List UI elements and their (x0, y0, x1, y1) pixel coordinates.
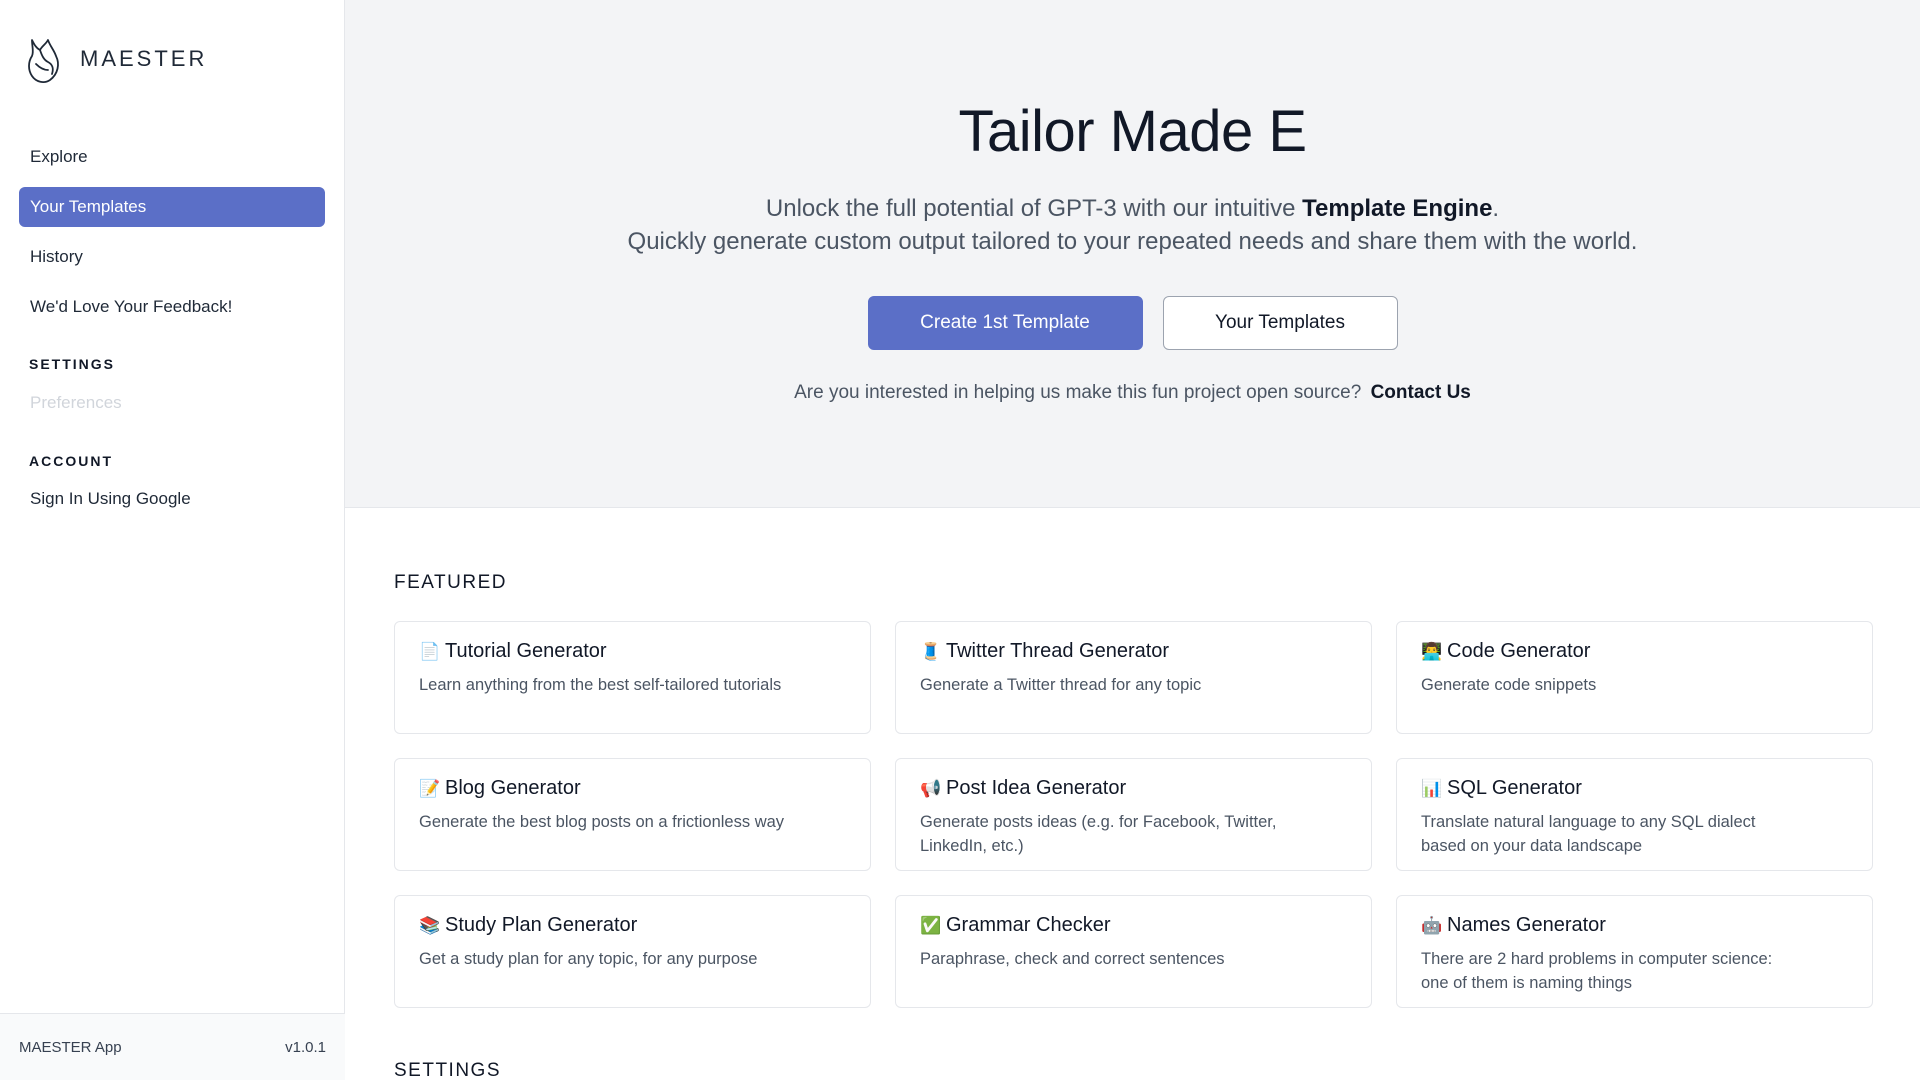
footer-app-name: MAESTER App (19, 1038, 122, 1056)
card-title: 👨‍💻 Code Generator (1421, 640, 1848, 663)
card-title-text: Post Idea Generator (946, 777, 1127, 799)
hero: Tailor Made E Unlock the full potential … (345, 0, 1920, 508)
hero-subtitle-prefix: Unlock the full potential of GPT-3 with … (765, 195, 1303, 222)
contact-text: Are you interested in helping us make th… (794, 382, 1362, 403)
template-card-twitter-thread[interactable]: 🧵 Twitter Thread Generator Generate a Twi… (895, 621, 1372, 734)
page-icon: 📄 (419, 641, 441, 662)
sidebar-item-explore[interactable]: Explore (19, 137, 325, 177)
sidebar-item-your-templates[interactable]: Your Templates (19, 187, 325, 227)
hero-subtitle-bold: Template Engine (1302, 195, 1493, 222)
hero-subtitle: Unlock the full potential of GPT-3 with … (345, 192, 1920, 258)
card-title: 📚 Study Plan Generator (419, 914, 846, 937)
card-title: ✅ Grammar Checker (920, 914, 1347, 937)
sidebar-item-preferences: Preferences (30, 393, 122, 412)
card-description: Translate natural language to any SQL di… (1421, 813, 1756, 855)
contact-us-link[interactable]: Contact Us (1371, 382, 1471, 403)
footer-version: v1.0.1 (285, 1038, 326, 1056)
card-description: Generate code snippets (1421, 676, 1597, 694)
template-card-study-plan[interactable]: 📚 Study Plan Generator Get a study plan f… (394, 895, 871, 1008)
sidebar: MAESTER Explore Your Templates History W… (0, 0, 345, 1080)
template-card-blog[interactable]: 📝 Blog Generator Generate the best blog p… (394, 758, 871, 871)
robot-icon: 🤖 (1421, 915, 1443, 936)
books-icon: 📚 (419, 915, 441, 936)
megaphone-icon: 📢 (920, 778, 942, 799)
thread-spool-icon: 🧵 (920, 641, 942, 662)
card-description: Generate posts ideas (e.g. for Facebook,… (920, 813, 1277, 855)
card-description: Generate a Twitter thread for any topic (920, 676, 1202, 694)
card-title-text: Code Generator (1447, 640, 1591, 662)
featured-title: FEATURED (394, 572, 507, 593)
card-title-text: Grammar Checker (946, 914, 1111, 936)
your-templates-button[interactable]: Your Templates (1162, 296, 1398, 350)
page-title: Tailor Made E (958, 99, 1307, 164)
card-title: 🧵 Twitter Thread Generator (920, 640, 1347, 663)
template-card-sql[interactable]: 📊 SQL Generator Translate natural languag… (1396, 758, 1873, 871)
template-card-names[interactable]: 🤖 Names Generator There are 2 hard proble… (1396, 895, 1873, 1008)
card-description: Learn anything from the best self-tailor… (419, 676, 782, 694)
card-title-text: Study Plan Generator (445, 914, 638, 936)
sidebar-item-history[interactable]: History (19, 237, 325, 277)
card-title: 📄 Tutorial Generator (419, 640, 846, 663)
featured-grid: 📄 Tutorial Generator Learn anything from … (394, 621, 1873, 1008)
card-description: There are 2 hard problems in computer sc… (1421, 950, 1773, 992)
card-description: Generate the best blog posts on a fricti… (419, 813, 785, 831)
card-description: Get a study plan for any topic, for any … (419, 950, 758, 968)
template-card-grammar[interactable]: ✅ Grammar Checker Paraphrase, check and c… (895, 895, 1372, 1008)
card-title: 🤖 Names Generator (1421, 914, 1848, 937)
sidebar-footer: MAESTER App v1.0.1 (0, 1013, 345, 1080)
hero-subtitle-line2: Quickly generate custom output tailored … (627, 228, 1638, 255)
card-title: 📝 Blog Generator (419, 777, 846, 800)
sign-in-google-link[interactable]: Sign In Using Google (30, 489, 191, 509)
card-title: 📊 SQL Generator (1421, 777, 1848, 800)
hero-contact: Are you interested in helping us make th… (345, 382, 1920, 404)
card-title-text: Names Generator (1447, 914, 1606, 936)
bar-chart-icon: 📊 (1421, 778, 1443, 799)
sidebar-nav: Explore Your Templates History We'd Love… (19, 137, 325, 337)
sidebar-settings-heading: SETTINGS (29, 356, 116, 372)
main-content: Tailor Made E Unlock the full potential … (345, 0, 1920, 1080)
check-mark-icon: ✅ (920, 915, 942, 936)
technologist-icon: 👨‍💻 (1421, 641, 1443, 662)
brand[interactable]: MAESTER (26, 34, 207, 84)
card-title: 📢 Post Idea Generator (920, 777, 1347, 800)
template-card-tutorial[interactable]: 📄 Tutorial Generator Learn anything from … (394, 621, 871, 734)
card-description: Paraphrase, check and correct sentences (920, 950, 1225, 968)
card-title-text: Tutorial Generator (445, 640, 607, 662)
brand-name: MAESTER (80, 46, 208, 71)
memo-icon: 📝 (419, 778, 441, 799)
sidebar-item-feedback[interactable]: We'd Love Your Feedback! (19, 287, 325, 327)
card-title-text: Blog Generator (445, 777, 581, 799)
template-card-code[interactable]: 👨‍💻 Code Generator Generate code snippets (1396, 621, 1873, 734)
hero-buttons: Create 1st Template Your Templates (345, 296, 1920, 350)
template-card-post-idea[interactable]: 📢 Post Idea Generator Generate posts idea… (895, 758, 1372, 871)
featured-section: FEATURED 📄 Tutorial Generator Learn anyth… (345, 508, 1920, 1080)
sidebar-account-heading: ACCOUNT (29, 453, 113, 469)
create-template-button[interactable]: Create 1st Template (867, 296, 1143, 350)
card-title-text: SQL Generator (1447, 777, 1582, 799)
card-title-text: Twitter Thread Generator (946, 640, 1170, 662)
settings-section-title: SETTINGS (394, 1060, 502, 1080)
fox-logo-icon (28, 39, 59, 83)
hero-subtitle-suffix: . (1492, 195, 1500, 222)
